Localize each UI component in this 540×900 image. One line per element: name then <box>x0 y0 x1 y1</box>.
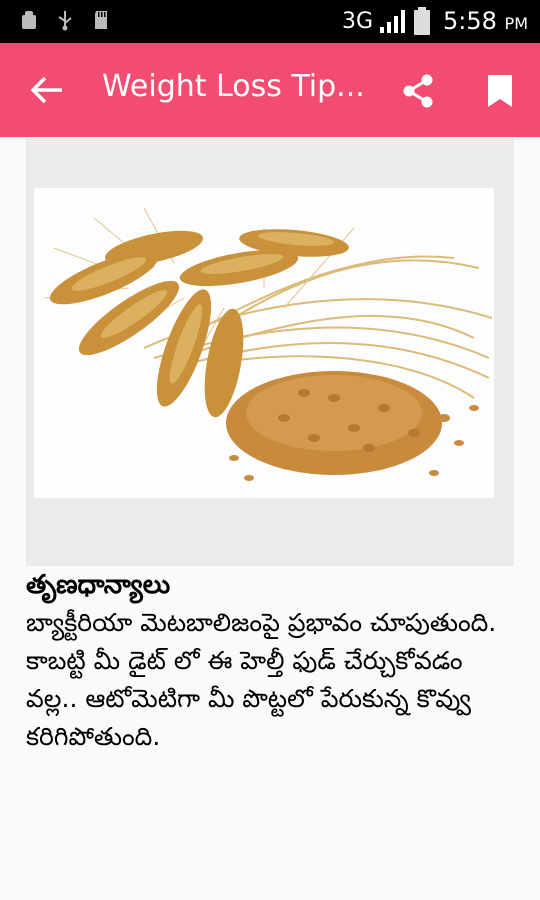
sd-card-icon <box>95 11 107 29</box>
back-arrow-icon[interactable] <box>24 70 70 110</box>
status-bar: 3G 5:58 PM <box>0 0 540 43</box>
android-debug-icon <box>22 11 36 29</box>
battery-icon <box>414 7 430 35</box>
article-heading: తృణధాన్యాలు <box>26 570 171 600</box>
network-type: 3G <box>341 8 373 34</box>
usb-icon <box>58 11 72 31</box>
signal-icon <box>380 10 405 33</box>
article-image-card <box>26 138 514 566</box>
clock: 5:58 PM <box>443 7 528 35</box>
article-body: బ్యాక్టీరియా మెటబాలిజంపై ప్రభావం చూపుతుం… <box>26 608 497 751</box>
wheat-grains-photo <box>34 188 494 498</box>
share-icon[interactable] <box>398 71 438 111</box>
page-title: Weight Loss Tip... <box>102 69 365 104</box>
app-bar: Weight Loss Tip... <box>0 43 540 137</box>
bookmark-icon[interactable] <box>482 71 518 111</box>
